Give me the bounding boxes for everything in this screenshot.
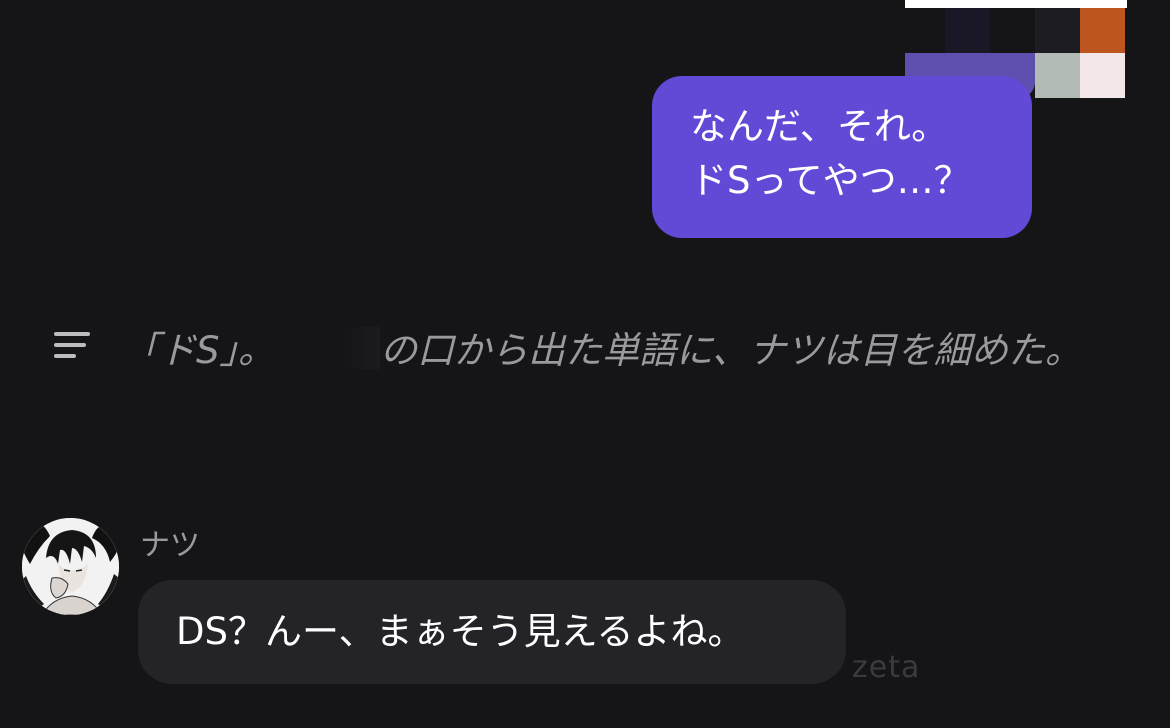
watermark: zeta [852,650,921,685]
character-name: ナツ [140,528,200,563]
menu-lines-icon[interactable] [54,332,90,362]
user-message-line-1: なんだ、それ。 [690,105,949,148]
narration-after-censor: の口から出た単語に、ナツは目を細めた。 [380,329,1082,372]
character-message-text: DS？んー、まぁそう見えるよね。 [176,610,745,653]
censored-name [275,327,380,369]
manga-avatar-icon[interactable] [22,518,119,615]
narration-text: 「ドS」。 の口から出た単語に、ナツは目を細めた。 [122,322,1122,379]
narration-before-censor: 「ドS」。 [122,329,275,372]
user-message-bubble[interactable]: なんだ、それ。 ドSってやつ…？ [652,76,1032,238]
narration-block: 「ドS」。 の口から出た単語に、ナツは目を細めた。 [54,322,1164,442]
character-message-bubble[interactable]: DS？んー、まぁそう見えるよね。 [138,580,846,684]
user-message-line-2: ドSってやつ…？ [690,159,971,202]
